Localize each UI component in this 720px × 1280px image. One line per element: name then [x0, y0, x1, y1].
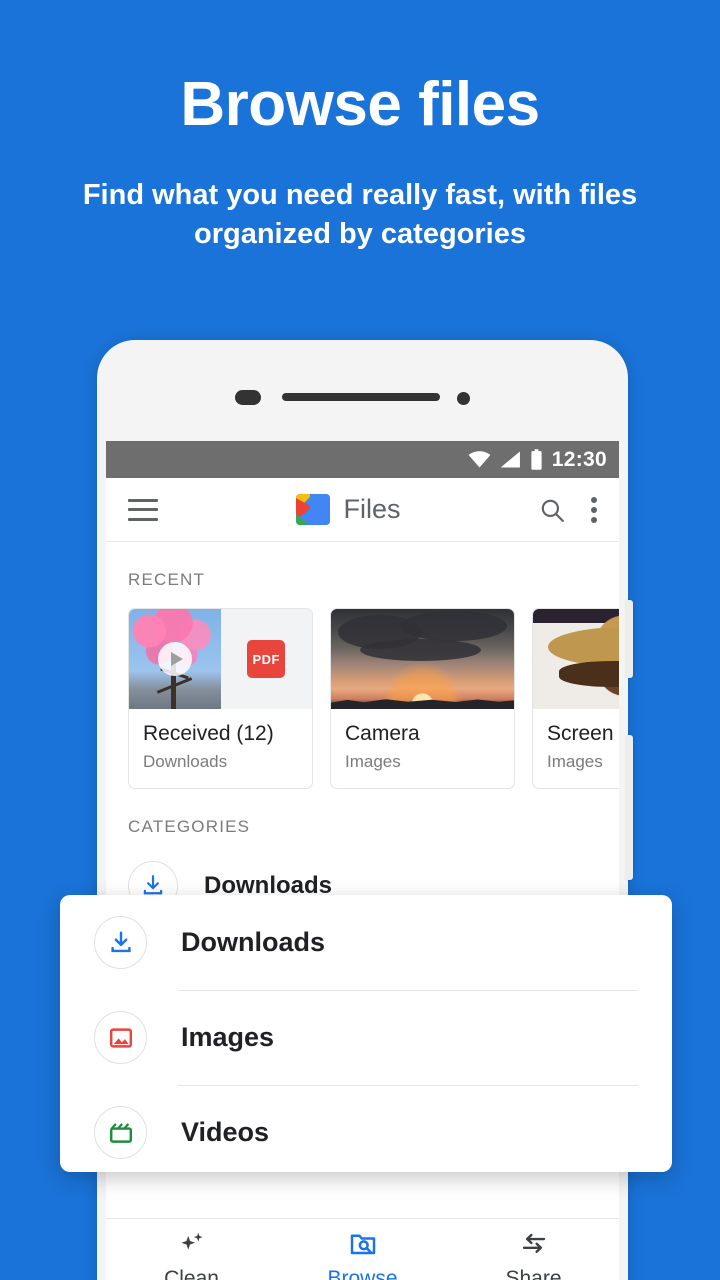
recent-card-subtitle: Images — [547, 752, 603, 771]
recent-card-meta: Camera Images — [331, 709, 514, 788]
categories-highlight-card: Downloads Images Videos — [60, 895, 672, 1172]
front-camera-icon — [457, 392, 470, 405]
pdf-badge-icon: PDF — [247, 640, 286, 678]
more-vertical-icon[interactable] — [591, 496, 597, 523]
recent-card-thumbnail — [331, 609, 514, 709]
wifi-icon — [468, 451, 491, 468]
battery-icon — [531, 449, 542, 470]
search-icon[interactable] — [539, 497, 565, 523]
page-subtitle: Find what you need really fast, with fil… — [82, 179, 638, 251]
video-clapper-icon — [94, 1106, 147, 1159]
recent-card[interactable]: Camera Images — [330, 608, 515, 789]
recent-card-subtitle: Images — [345, 752, 401, 771]
app-title: Files — [343, 494, 401, 524]
recent-card-title: Camera — [345, 722, 420, 745]
proximity-sensor-icon — [235, 390, 261, 405]
nav-label: Browse — [327, 1266, 398, 1280]
page-title: Browse files — [180, 70, 540, 139]
promo-screenshot: Browse files Find what you need really f… — [0, 0, 720, 1280]
overlay-row-label: Downloads — [181, 927, 326, 957]
overlay-row-label: Images — [181, 1022, 275, 1052]
nav-label: Clean — [164, 1266, 219, 1280]
hamburger-menu-icon[interactable] — [128, 498, 158, 521]
download-icon — [94, 916, 147, 969]
nav-label: Share — [505, 1266, 562, 1280]
status-bar: 12:30 — [106, 441, 619, 478]
image-icon — [94, 1011, 147, 1064]
recent-card-subtitle: Downloads — [143, 752, 228, 771]
phone-volume-button[interactable] — [625, 600, 633, 678]
nav-item-browse[interactable]: Browse — [277, 1229, 448, 1280]
sunset-photo-thumbnail — [331, 609, 514, 709]
categories-section-label: CATEGORIES — [128, 817, 251, 836]
bottom-navigation-bar: Clean Browse Share — [106, 1218, 619, 1280]
earpiece-speaker — [282, 393, 440, 401]
nav-item-share[interactable]: Share — [448, 1229, 619, 1280]
recent-card-meta: Screen Images — [533, 709, 619, 788]
overlay-row-downloads[interactable]: Downloads — [94, 895, 638, 990]
recent-card-meta: Received (12) Downloads — [129, 709, 312, 788]
signal-icon — [500, 451, 520, 468]
recent-card[interactable]: PDF Received (12) Downloads — [128, 608, 313, 789]
pdf-thumbnail: PDF — [220, 609, 312, 709]
recent-card-title: Screen — [547, 722, 614, 745]
app-bar-actions — [539, 496, 597, 523]
overlay-row-label: Videos — [181, 1117, 270, 1147]
recent-cards-row[interactable]: PDF Received (12) Downloads Camera Image… — [106, 590, 619, 789]
donut-photo-thumbnail — [533, 609, 619, 709]
play-icon — [157, 642, 192, 676]
overlay-row-videos[interactable]: Videos — [94, 1085, 638, 1180]
swap-arrows-icon — [522, 1233, 545, 1253]
app-bar: Files — [106, 478, 619, 542]
nav-item-clean[interactable]: Clean — [106, 1229, 277, 1280]
files-app-logo-icon — [296, 494, 331, 525]
sparkle-icon — [180, 1232, 203, 1250]
recent-section-label: RECENT — [128, 570, 206, 589]
status-bar-clock: 12:30 — [551, 447, 607, 471]
folder-search-icon — [350, 1234, 375, 1254]
recent-card-thumbnail: PDF — [129, 609, 312, 709]
app-bar-title-group: Files — [158, 494, 539, 525]
recent-card-thumbnail — [533, 609, 619, 709]
recent-card-title: Received (12) — [143, 722, 274, 745]
recent-card[interactable]: Screen Images — [532, 608, 619, 789]
phone-power-button[interactable] — [625, 735, 633, 880]
video-thumbnail-icon — [129, 609, 221, 709]
overlay-row-images[interactable]: Images — [94, 990, 638, 1085]
